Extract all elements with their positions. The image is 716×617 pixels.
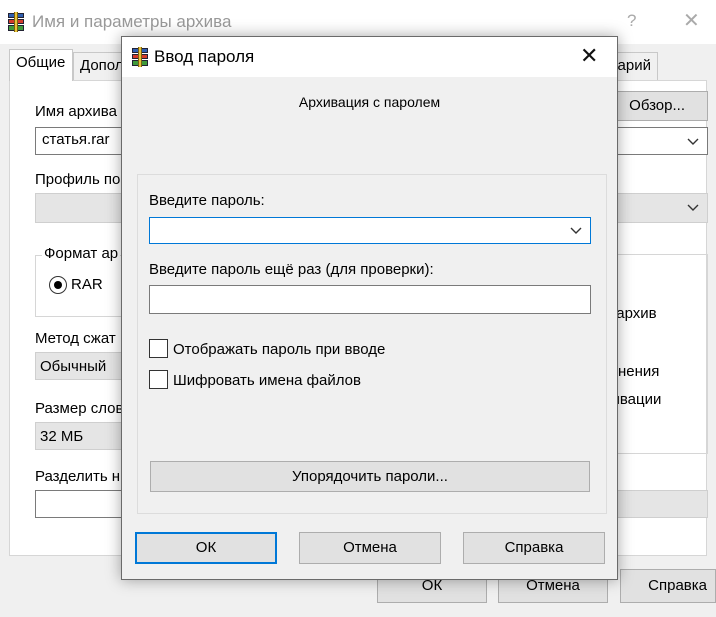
organize-passwords-button[interactable]: Упорядочить пароли...	[150, 461, 590, 492]
method-label: Метод сжат	[35, 330, 116, 347]
dialog-ok-button[interactable]: ОК	[135, 532, 277, 564]
confirm-password-label: Введите пароль ещё раз (для проверки):	[149, 261, 434, 278]
show-password-label: Отображать пароль при вводе	[173, 341, 386, 358]
archive-name-label: Имя архива	[35, 103, 117, 120]
background-help-button[interactable]: Справка	[620, 569, 716, 603]
tab-general[interactable]: Общие	[9, 49, 73, 81]
format-rar-label: RAR	[71, 276, 103, 293]
background-close-icon[interactable]: ✕	[683, 8, 700, 33]
format-rar-radio[interactable]	[49, 276, 67, 294]
format-group-label: Формат ар	[42, 245, 121, 262]
split-label: Разделить н	[35, 468, 121, 485]
split-combo[interactable]	[35, 490, 135, 518]
encrypt-names-label: Шифровать имена файлов	[173, 372, 361, 389]
option-fragment-2: нения	[618, 363, 660, 380]
confirm-password-input[interactable]	[149, 285, 591, 314]
method-combo[interactable]: Обычный	[35, 352, 135, 380]
profile-label: Профиль по	[35, 171, 121, 188]
dialog-help-button[interactable]: Справка	[463, 532, 605, 564]
dict-size-label: Размер слов	[35, 400, 124, 417]
dialog-title: Ввод пароля	[154, 47, 255, 66]
winrar-app-icon	[6, 12, 26, 32]
password-input[interactable]	[149, 217, 591, 244]
background-window-title: Имя и параметры архива	[32, 12, 232, 31]
show-password-checkbox[interactable]	[149, 339, 168, 358]
password-dialog: Ввод пароля ✕ Архивация с паролем Введит…	[121, 36, 618, 580]
dict-size-combo[interactable]: 32 МБ	[35, 422, 135, 450]
help-icon[interactable]: ?	[627, 11, 636, 31]
dialog-heading: Архивация с паролем	[298, 94, 441, 110]
encrypt-names-checkbox[interactable]	[149, 370, 168, 389]
chevron-down-icon[interactable]	[686, 135, 700, 149]
winrar-dialog-icon	[130, 47, 150, 67]
archive-name-value: статья.rar	[42, 131, 110, 148]
dialog-cancel-button[interactable]: Отмена	[299, 532, 441, 564]
dialog-close-icon[interactable]: ✕	[580, 43, 598, 69]
chevron-down-icon[interactable]	[569, 224, 583, 238]
chevron-down-icon[interactable]	[686, 201, 700, 215]
password-label: Введите пароль:	[149, 192, 265, 209]
